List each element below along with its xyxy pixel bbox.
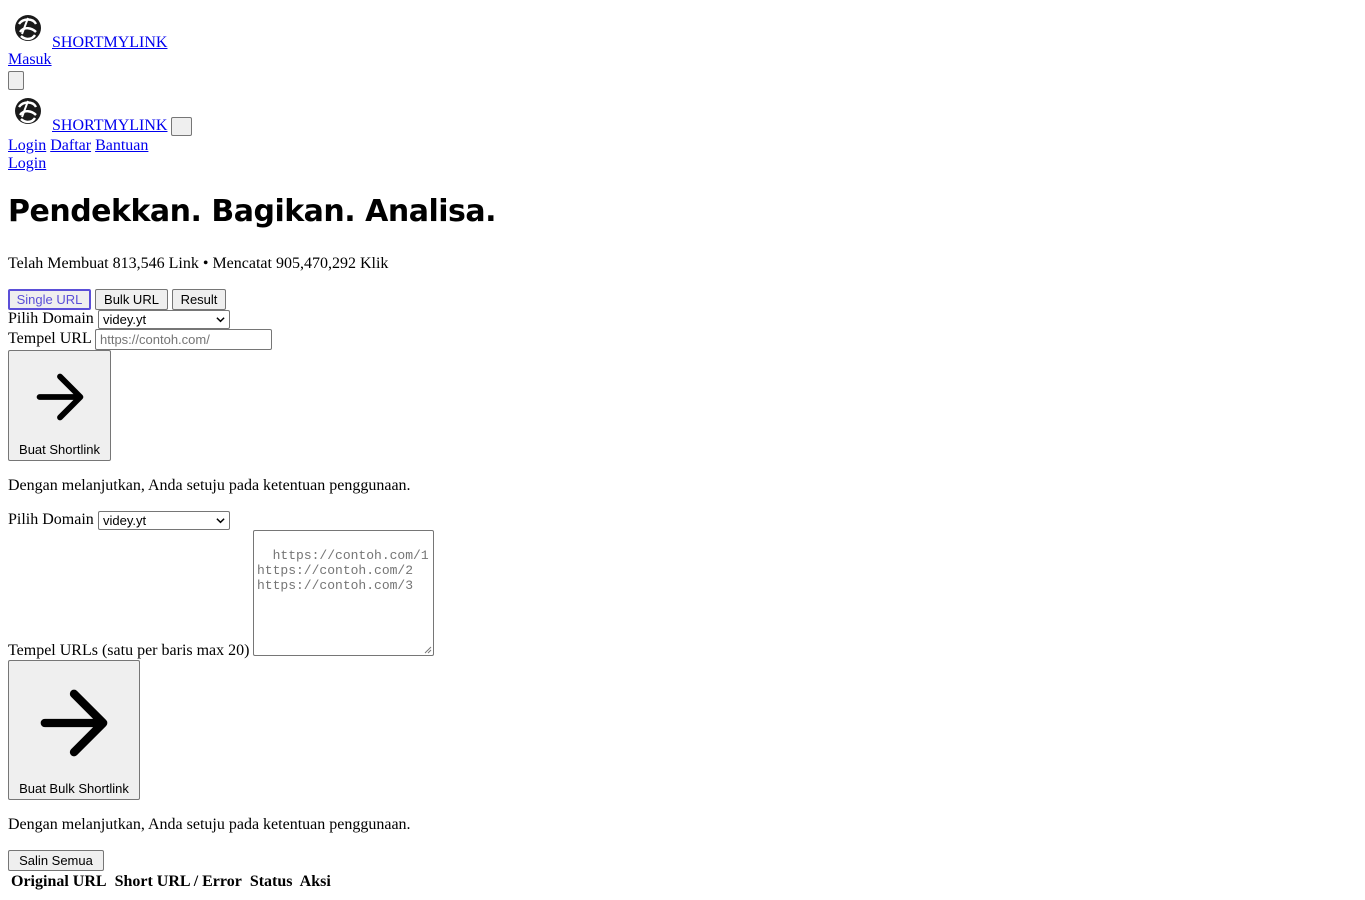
single-domain-value: videy.yt: [103, 312, 147, 327]
single-terms: Dengan melanjutkan, Anda setuju pada ket…: [8, 477, 411, 494]
single-url-input[interactable]: https://contoh.com/: [95, 329, 272, 350]
bulk-urls-textarea[interactable]: https://contoh.com/1 https://contoh.com/…: [253, 530, 434, 656]
logo-icon: [8, 95, 48, 135]
create-shortlink-label: Buat Shortlink: [19, 442, 100, 457]
tab-single-url[interactable]: Single URL: [8, 289, 91, 310]
bulk-domain-value: videy.yt: [103, 513, 147, 528]
hero-title: Pendekkan. Bagikan. Analisa.: [8, 194, 497, 229]
create-shortlink-button[interactable]: Buat Shortlink: [8, 350, 111, 461]
col-original-url: Original URL: [11, 873, 107, 890]
drawer-brand[interactable]: SHORTMYLINK: [8, 95, 167, 135]
bulk-urls-label: Tempel URLs (satu per baris max 20): [8, 642, 250, 659]
arrow-right-icon: [40, 689, 108, 757]
single-domain-select[interactable]: videy.yt: [98, 310, 230, 329]
chevron-down-icon: [216, 317, 225, 323]
single-domain-label: Pilih Domain: [8, 310, 94, 327]
arrow-right-icon: [36, 373, 83, 421]
bulk-domain-label: Pilih Domain: [8, 511, 94, 528]
nav-bantuan-link[interactable]: Bantuan: [95, 137, 148, 154]
create-bulk-shortlink-label: Buat Bulk Shortlink: [19, 781, 129, 796]
col-status: Status: [249, 873, 293, 890]
bulk-domain-select[interactable]: videy.yt: [98, 511, 230, 530]
drawer-nav: Login Daftar Bantuan: [8, 137, 148, 155]
single-url-label: Tempel URL: [8, 330, 92, 347]
logo-icon: [8, 12, 48, 52]
header-brand[interactable]: SHORTMYLINK: [8, 12, 167, 52]
col-short-url: Short URL / Error: [114, 873, 242, 890]
resize-grip-icon[interactable]: [424, 646, 432, 654]
tab-result[interactable]: Result: [172, 289, 226, 310]
masuk-link[interactable]: Masuk: [8, 51, 52, 69]
result-table-header: Original URL Short URL / Error Status Ak…: [11, 873, 335, 891]
brand-name-link[interactable]: SHORTMYLINK: [52, 34, 167, 52]
nav-login-link[interactable]: Login: [8, 137, 46, 154]
nav-daftar-link[interactable]: Daftar: [50, 137, 91, 154]
copy-all-button[interactable]: Salin Semua: [8, 850, 104, 871]
create-bulk-shortlink-button[interactable]: Buat Bulk Shortlink: [8, 660, 140, 800]
tab-bulk-url[interactable]: Bulk URL: [95, 289, 168, 310]
chevron-down-icon: [216, 518, 225, 524]
drawer-brand-name-link[interactable]: SHORTMYLINK: [52, 117, 167, 135]
copy-all-label: Salin Semua: [19, 853, 93, 868]
single-url-placeholder: https://contoh.com/: [100, 332, 210, 347]
col-aksi: Aksi: [299, 873, 331, 890]
bulk-urls-placeholder: https://contoh.com/1 https://contoh.com/…: [257, 548, 429, 593]
drawer-close-button[interactable]: [171, 117, 192, 136]
menu-toggle-button[interactable]: [8, 71, 24, 90]
bulk-terms: Dengan melanjutkan, Anda setuju pada ket…: [8, 816, 411, 833]
drawer-login-link[interactable]: Login: [8, 155, 46, 173]
hero-stats: Telah Membuat 813,546 Link • Mencatat 90…: [8, 255, 389, 272]
